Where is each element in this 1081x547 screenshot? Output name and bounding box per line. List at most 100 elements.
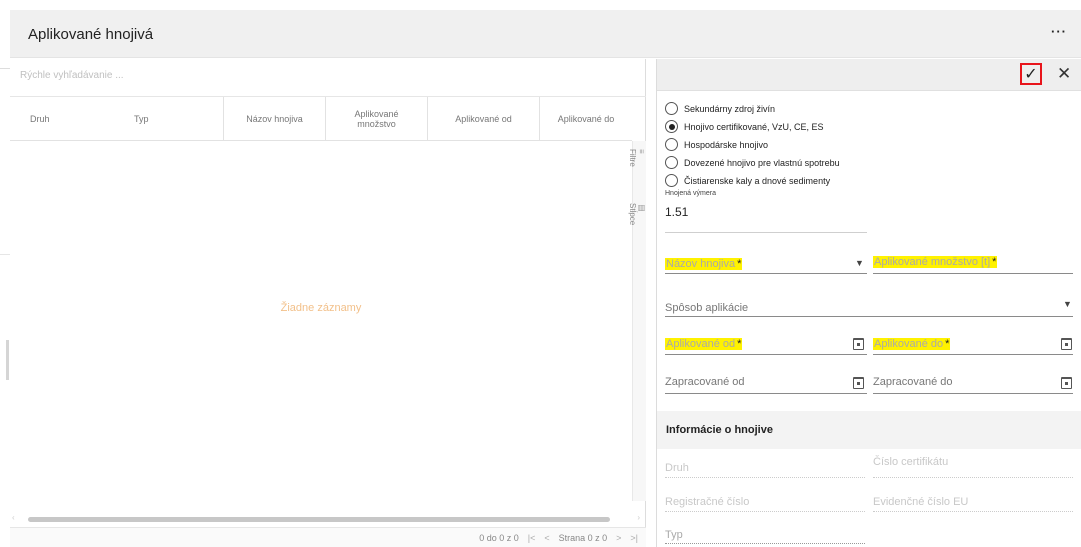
filter-tool-label: Filtre: [628, 149, 637, 167]
page-indicator: Strana 0 z 0: [558, 533, 608, 543]
applied-amount-field[interactable]: Aplikované množstvo [t] *: [873, 256, 998, 268]
processed-from-label: Zapracované od: [665, 376, 745, 388]
grid-panel: Druh Typ Názov hnojiva Aplikované množst…: [10, 59, 646, 547]
column-header-druh[interactable]: Druh: [30, 97, 120, 141]
applied-to-underline: [873, 354, 1073, 355]
fertilizer-name-label: Názov hnojiva: [665, 258, 737, 270]
resize-handle[interactable]: [6, 340, 9, 380]
empty-message: Žiadne záznamy: [280, 302, 362, 314]
radio-label: Čistiarenske kaly a dnové sedimenty: [684, 175, 831, 186]
fertilizer-name-underline: [665, 273, 867, 274]
radio-button[interactable]: [665, 174, 678, 187]
side-tool-panel: ≡ Filtre ▥ Stĺpce: [628, 141, 646, 501]
next-page-button[interactable]: >: [616, 533, 621, 543]
column-header-aplikovane-od[interactable]: Aplikované od: [427, 97, 539, 141]
page-title: Aplikované hnojivá: [28, 26, 154, 43]
scroll-right-icon[interactable]: ›: [637, 513, 640, 522]
scrollbar-thumb[interactable]: [28, 517, 610, 522]
left-edge-divider: [0, 254, 10, 255]
processed-from-field[interactable]: Zapracované od: [665, 376, 745, 388]
applied-amount-label: Aplikované množstvo [t]: [873, 256, 992, 268]
processed-to-underline: [873, 393, 1073, 394]
processed-from-underline: [665, 393, 867, 394]
application-method-label: Spôsob aplikácie: [665, 302, 749, 314]
radio-button[interactable]: [665, 138, 678, 151]
prev-page-button[interactable]: <: [544, 533, 549, 543]
radio-label: Hospodárske hnojivo: [684, 139, 769, 150]
confirm-button[interactable]: ✓: [1020, 63, 1042, 85]
required-mark: *: [991, 256, 998, 268]
left-edge: [0, 10, 10, 547]
column-label: Aplikované od: [455, 114, 512, 124]
processed-to-field[interactable]: Zapracované do: [873, 376, 953, 388]
info-typ-label: Typ: [665, 529, 683, 541]
filter-icon: ≡: [637, 149, 646, 154]
scroll-left-icon[interactable]: ‹: [12, 513, 15, 522]
column-header-typ[interactable]: Typ: [134, 97, 224, 141]
info-druh-label: Druh: [665, 462, 689, 474]
info-certificate-label: Číslo certifikátu: [873, 456, 949, 468]
radio-option-certified[interactable]: Hnojivo certifikované, VzU, CE, ES: [665, 120, 824, 133]
application-method-field[interactable]: Spôsob aplikácie: [665, 302, 748, 314]
more-options-icon[interactable]: ···: [1051, 24, 1067, 39]
info-typ-underline: [665, 543, 865, 544]
pagination-range: 0 do 0 z 0: [479, 533, 519, 543]
area-value[interactable]: 1.51: [665, 205, 688, 219]
left-edge-divider: [0, 68, 10, 69]
chevron-down-icon[interactable]: ▼: [855, 258, 864, 268]
column-header-aplikovane-do[interactable]: Aplikované do: [539, 97, 632, 141]
columns-tool-button[interactable]: ▥ Stĺpce: [628, 203, 646, 225]
application-method-underline: [665, 316, 1073, 317]
columns-icon: ▥: [637, 203, 646, 212]
detail-form-panel: ✓ ✕ Sekundárny zdroj živín Hnojivo certi…: [656, 59, 1081, 547]
applied-to-label: Aplikované do: [873, 338, 945, 350]
radio-button-selected[interactable]: [665, 120, 678, 133]
info-registration-underline: [665, 511, 865, 512]
required-mark: *: [736, 338, 743, 350]
area-label: Hnojená výmera: [665, 190, 716, 197]
radio-option-imported[interactable]: Dovezené hnojivo pre vlastnú spotrebu: [665, 156, 840, 169]
filter-tool-button[interactable]: ≡ Filtre: [628, 149, 646, 167]
radio-option-sludge[interactable]: Čistiarenske kaly a dnové sedimenty: [665, 174, 830, 187]
applied-to-field[interactable]: Aplikované do *: [873, 338, 951, 350]
applied-from-underline: [665, 354, 867, 355]
grid-header: Druh Typ Názov hnojiva Aplikované množst…: [10, 97, 632, 141]
column-label: Typ: [134, 114, 149, 124]
radio-button[interactable]: [665, 102, 678, 115]
column-header-nazov-hnojiva[interactable]: Názov hnojiva: [223, 97, 325, 141]
quick-search-input[interactable]: [20, 70, 520, 81]
area-underline: [665, 232, 867, 233]
required-mark: *: [944, 338, 951, 350]
processed-to-label: Zapracované do: [873, 376, 953, 388]
info-certificate-underline: [873, 477, 1073, 478]
column-label: Aplikované do: [557, 114, 615, 124]
first-page-button[interactable]: |<: [528, 533, 536, 543]
calendar-icon[interactable]: [853, 338, 864, 350]
applied-from-field[interactable]: Aplikované od *: [665, 338, 743, 350]
fertilizer-name-field[interactable]: Názov hnojiva *: [665, 258, 743, 270]
info-registration-label: Registračné číslo: [665, 496, 750, 508]
chevron-down-icon[interactable]: ▼: [1063, 299, 1072, 309]
horizontal-scrollbar[interactable]: ‹ ›: [12, 513, 640, 522]
radio-option-farm-manure[interactable]: Hospodárske hnojivo: [665, 138, 768, 151]
fertilizer-card: Aplikované hnojivá ··· Druh Typ Názov hn…: [10, 10, 1081, 547]
quick-search-bar: [10, 59, 646, 97]
info-druh-underline: [665, 477, 865, 478]
card-header: Aplikované hnojivá ···: [10, 10, 1081, 58]
top-strip: [0, 0, 1081, 10]
check-icon: ✓: [1024, 66, 1038, 83]
radio-option-secondary-source[interactable]: Sekundárny zdroj živín: [665, 102, 775, 115]
radio-label: Hnojivo certifikované, VzU, CE, ES: [684, 121, 824, 132]
close-icon[interactable]: ✕: [1057, 65, 1071, 82]
calendar-icon[interactable]: [853, 377, 864, 389]
radio-button[interactable]: [665, 156, 678, 169]
calendar-icon[interactable]: [1061, 377, 1072, 389]
last-page-button[interactable]: >|: [630, 533, 638, 543]
pagination-bar: 0 do 0 z 0 |< < Strana 0 z 0 > >|: [10, 527, 646, 547]
column-header-aplikovane-mnozstvo[interactable]: Aplikované množstvo: [325, 97, 427, 141]
column-label: Aplikované množstvo: [354, 109, 399, 129]
calendar-icon[interactable]: [1061, 338, 1072, 350]
columns-tool-label: Stĺpce: [628, 203, 637, 226]
info-eu-number-underline: [873, 511, 1073, 512]
radio-label: Sekundárny zdroj živín: [684, 103, 776, 114]
